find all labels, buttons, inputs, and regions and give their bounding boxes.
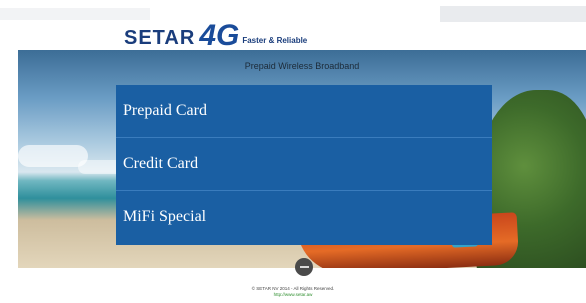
minus-bar: [299, 266, 309, 268]
minus-circle-icon[interactable]: [295, 258, 313, 276]
menu-item-mifi-special[interactable]: MiFi Special: [116, 191, 492, 243]
setar-website-link[interactable]: http://www.setar.aw: [0, 292, 586, 298]
page-title: Prepaid Wireless Broadband: [244, 61, 360, 71]
logo-tagline: Faster & Reliable: [242, 36, 308, 45]
payment-menu: Prepaid Card Credit Card MiFi Special: [116, 85, 492, 245]
menu-item-label: Credit Card: [123, 155, 199, 172]
header-shade-right: [440, 6, 586, 22]
setar-logo[interactable]: SETAR 4G Faster & Reliable: [124, 19, 308, 52]
footer: © SETAR NV 2014 - All Rights Reserved. h…: [0, 286, 586, 298]
menu-item-prepaid-card[interactable]: Prepaid Card: [116, 85, 492, 138]
header-shade-left: [0, 8, 150, 20]
menu-item-label: Prepaid Card: [123, 102, 207, 119]
logo-brand: SETAR: [124, 27, 196, 49]
menu-item-label: MiFi Special: [123, 208, 207, 225]
menu-item-credit-card[interactable]: Credit Card: [116, 138, 492, 191]
logo-4g: 4G: [199, 19, 240, 52]
header-bar: SETAR 4G Faster & Reliable: [0, 0, 586, 52]
